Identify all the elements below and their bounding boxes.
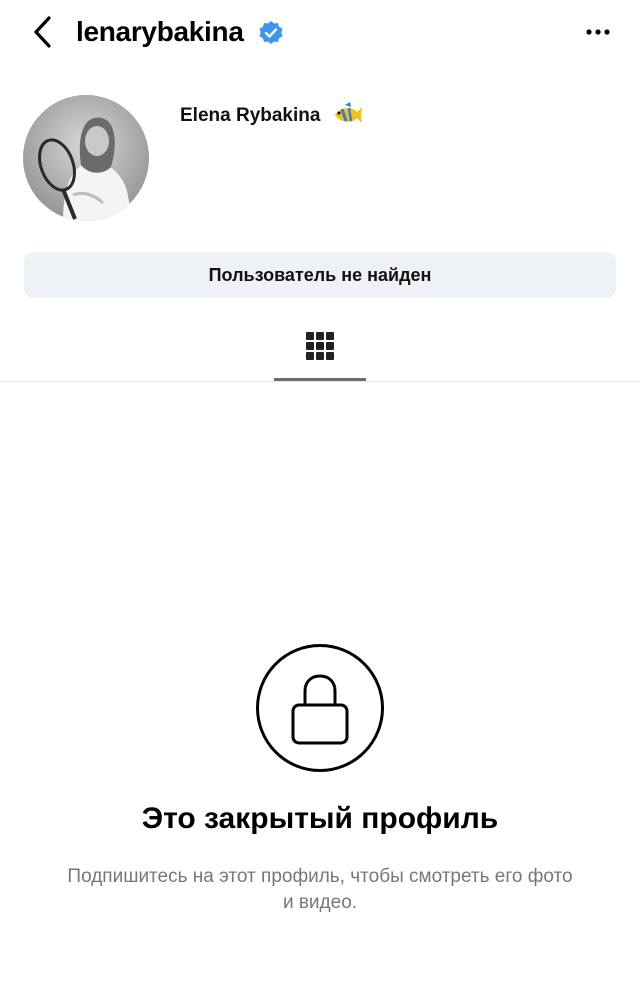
tropical-fish-icon bbox=[335, 102, 362, 123]
user-not-found-button[interactable]: Пользователь не найден bbox=[24, 252, 616, 298]
more-horizontal-icon bbox=[586, 29, 610, 35]
chevron-left-icon bbox=[34, 16, 51, 48]
verified-badge-icon bbox=[259, 21, 283, 44]
lock-circle bbox=[256, 644, 384, 772]
avatar-photo bbox=[23, 95, 149, 221]
private-profile-subtitle: Подпишитесь на этот профиль, чтобы смотр… bbox=[67, 866, 573, 913]
more-options-button[interactable] bbox=[578, 18, 618, 46]
grid-icon bbox=[306, 332, 334, 360]
top-bar: lenarybakina bbox=[0, 0, 640, 64]
profile-avatar[interactable] bbox=[23, 95, 149, 221]
lock-icon bbox=[291, 674, 349, 745]
profile-username: lenarybakina bbox=[76, 16, 244, 47]
tab-posts-grid[interactable] bbox=[274, 324, 366, 380]
tab-divider bbox=[0, 381, 640, 382]
back-button[interactable] bbox=[24, 12, 60, 52]
profile-display-name: Elena Rybakina bbox=[180, 105, 321, 126]
private-profile-title: Это закрытый профиль bbox=[141, 802, 499, 835]
